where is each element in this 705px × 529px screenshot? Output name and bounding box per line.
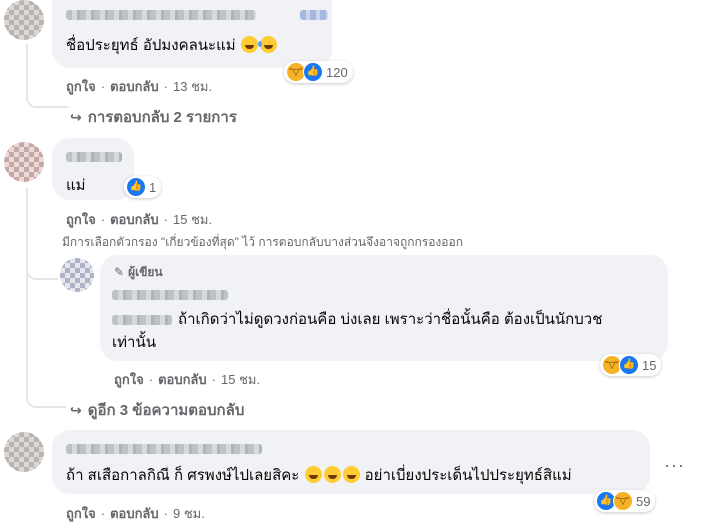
comment-text-content: ชื่อประยุทธ์ อัปมงคลนะแม่: [66, 37, 236, 54]
comment-text: ชื่อประยุทธ์ อัปมงคลนะแม่: [66, 36, 278, 56]
like-reaction-icon: 👍: [619, 355, 639, 375]
reply-arrow-icon: ↪: [70, 109, 82, 125]
author-name-blurred[interactable]: [66, 10, 256, 20]
avatar[interactable]: [4, 0, 44, 40]
reaction-summary[interactable]: 👍 ˘▽˘ 59: [594, 490, 656, 512]
view-more-replies-label: ดูอีก 3 ข้อความตอบกลับ: [87, 402, 245, 419]
reaction-count: 15: [642, 357, 657, 373]
timestamp[interactable]: 15 ชม.: [173, 212, 212, 227]
reply-arrow-icon: ↪: [70, 402, 82, 418]
ellipsis-icon[interactable]: ···: [664, 455, 685, 476]
reply-bubble: [100, 255, 668, 361]
reply-actions: ถูกใจ · ตอบกลับ · 15 ชม.: [114, 372, 261, 387]
timestamp[interactable]: 15 ชม.: [221, 372, 260, 387]
grin-emoji-icon: [304, 466, 322, 483]
reply-link[interactable]: ตอบกลับ: [158, 372, 207, 387]
reaction-count: 59: [636, 493, 651, 509]
author-name-blurred[interactable]: [66, 152, 122, 162]
reply-text-line-1: ถ้าเกิดว่าไม่ดูดวงก่อนคือ บ่งเลย เพราะว่…: [178, 311, 603, 328]
like-link[interactable]: ถูกใจ: [66, 506, 96, 521]
pencil-icon: ✎: [114, 265, 125, 279]
thread-connector: [26, 188, 58, 280]
comment-text: แม่: [66, 177, 86, 194]
thread-connector: [26, 270, 66, 408]
comment-actions: ถูกใจ · ตอบกลับ · 9 ชม.: [66, 506, 205, 521]
comment-text: ถ้า สเสือกาลกิณี ก็ ศรพงษ์ไปเลยสิคะ อย่า…: [66, 466, 572, 486]
like-link[interactable]: ถูกใจ: [114, 372, 144, 387]
avatar[interactable]: [4, 432, 44, 472]
comment-actions: ถูกใจ · ตอบกลับ · 13 ชม.: [66, 79, 213, 94]
like-reaction-icon: 👍: [303, 62, 323, 82]
like-link[interactable]: ถูกใจ: [66, 79, 96, 94]
reaction-summary[interactable]: ˘▽˘ 👍 15: [600, 354, 662, 376]
grin-emoji-icon: [240, 36, 258, 53]
view-more-replies-link[interactable]: ↪ ดูอีก 3 ข้อความตอบกลับ: [70, 398, 244, 422]
thread-connector: [26, 44, 68, 108]
grin-emoji-icon: [342, 466, 360, 483]
author-name-blurred[interactable]: [112, 290, 228, 300]
comment-actions: ถูกใจ · ตอบกลับ · 15 ชม.: [66, 212, 213, 227]
reply-link[interactable]: ตอบกลับ: [110, 212, 159, 227]
author-name-blurred[interactable]: [66, 444, 262, 454]
filter-notice: มีการเลือกตัวกรอง "เกี่ยวข้องที่สุด" ไว้…: [62, 235, 463, 249]
comment-text-part-2: อย่าเบี่ยงประเด็นไปประยุทธ์สิแม่: [364, 467, 572, 484]
reply-text-line-2: เท่านั้น: [112, 334, 156, 351]
author-badge-label: ผู้เขียน: [128, 265, 163, 279]
reaction-count: 1: [149, 179, 157, 195]
grin-emoji-icon: [323, 466, 341, 483]
view-replies-label: การตอบกลับ 2 รายการ: [87, 109, 237, 126]
comment-text-part-1: ถ้า สเสือกาลกิณี ก็ ศรพงษ์ไปเลยสิคะ: [66, 467, 300, 484]
comment-bubble: [52, 138, 134, 200]
reply-link[interactable]: ตอบกลับ: [110, 79, 159, 94]
reaction-summary[interactable]: 👍 1: [124, 176, 162, 198]
avatar[interactable]: [4, 142, 44, 182]
reaction-count: 120: [326, 64, 348, 80]
timestamp[interactable]: 13 ชม.: [173, 79, 212, 94]
view-replies-link[interactable]: ↪ การตอบกลับ 2 รายการ: [70, 105, 237, 129]
mention-blurred[interactable]: [112, 315, 172, 325]
haha-reaction-icon: ˘▽˘: [613, 491, 633, 511]
like-link[interactable]: ถูกใจ: [66, 212, 96, 227]
like-reaction-icon: 👍: [126, 177, 146, 197]
author-badge-blurred: [300, 10, 328, 20]
reply-link[interactable]: ตอบกลับ: [110, 506, 159, 521]
joy-emoji-icon: [257, 36, 277, 53]
author-badge: ✎ ผู้เขียน: [114, 263, 163, 282]
reaction-summary[interactable]: ˘▽˘ 👍 120: [284, 61, 353, 83]
timestamp[interactable]: 9 ชม.: [173, 506, 205, 521]
